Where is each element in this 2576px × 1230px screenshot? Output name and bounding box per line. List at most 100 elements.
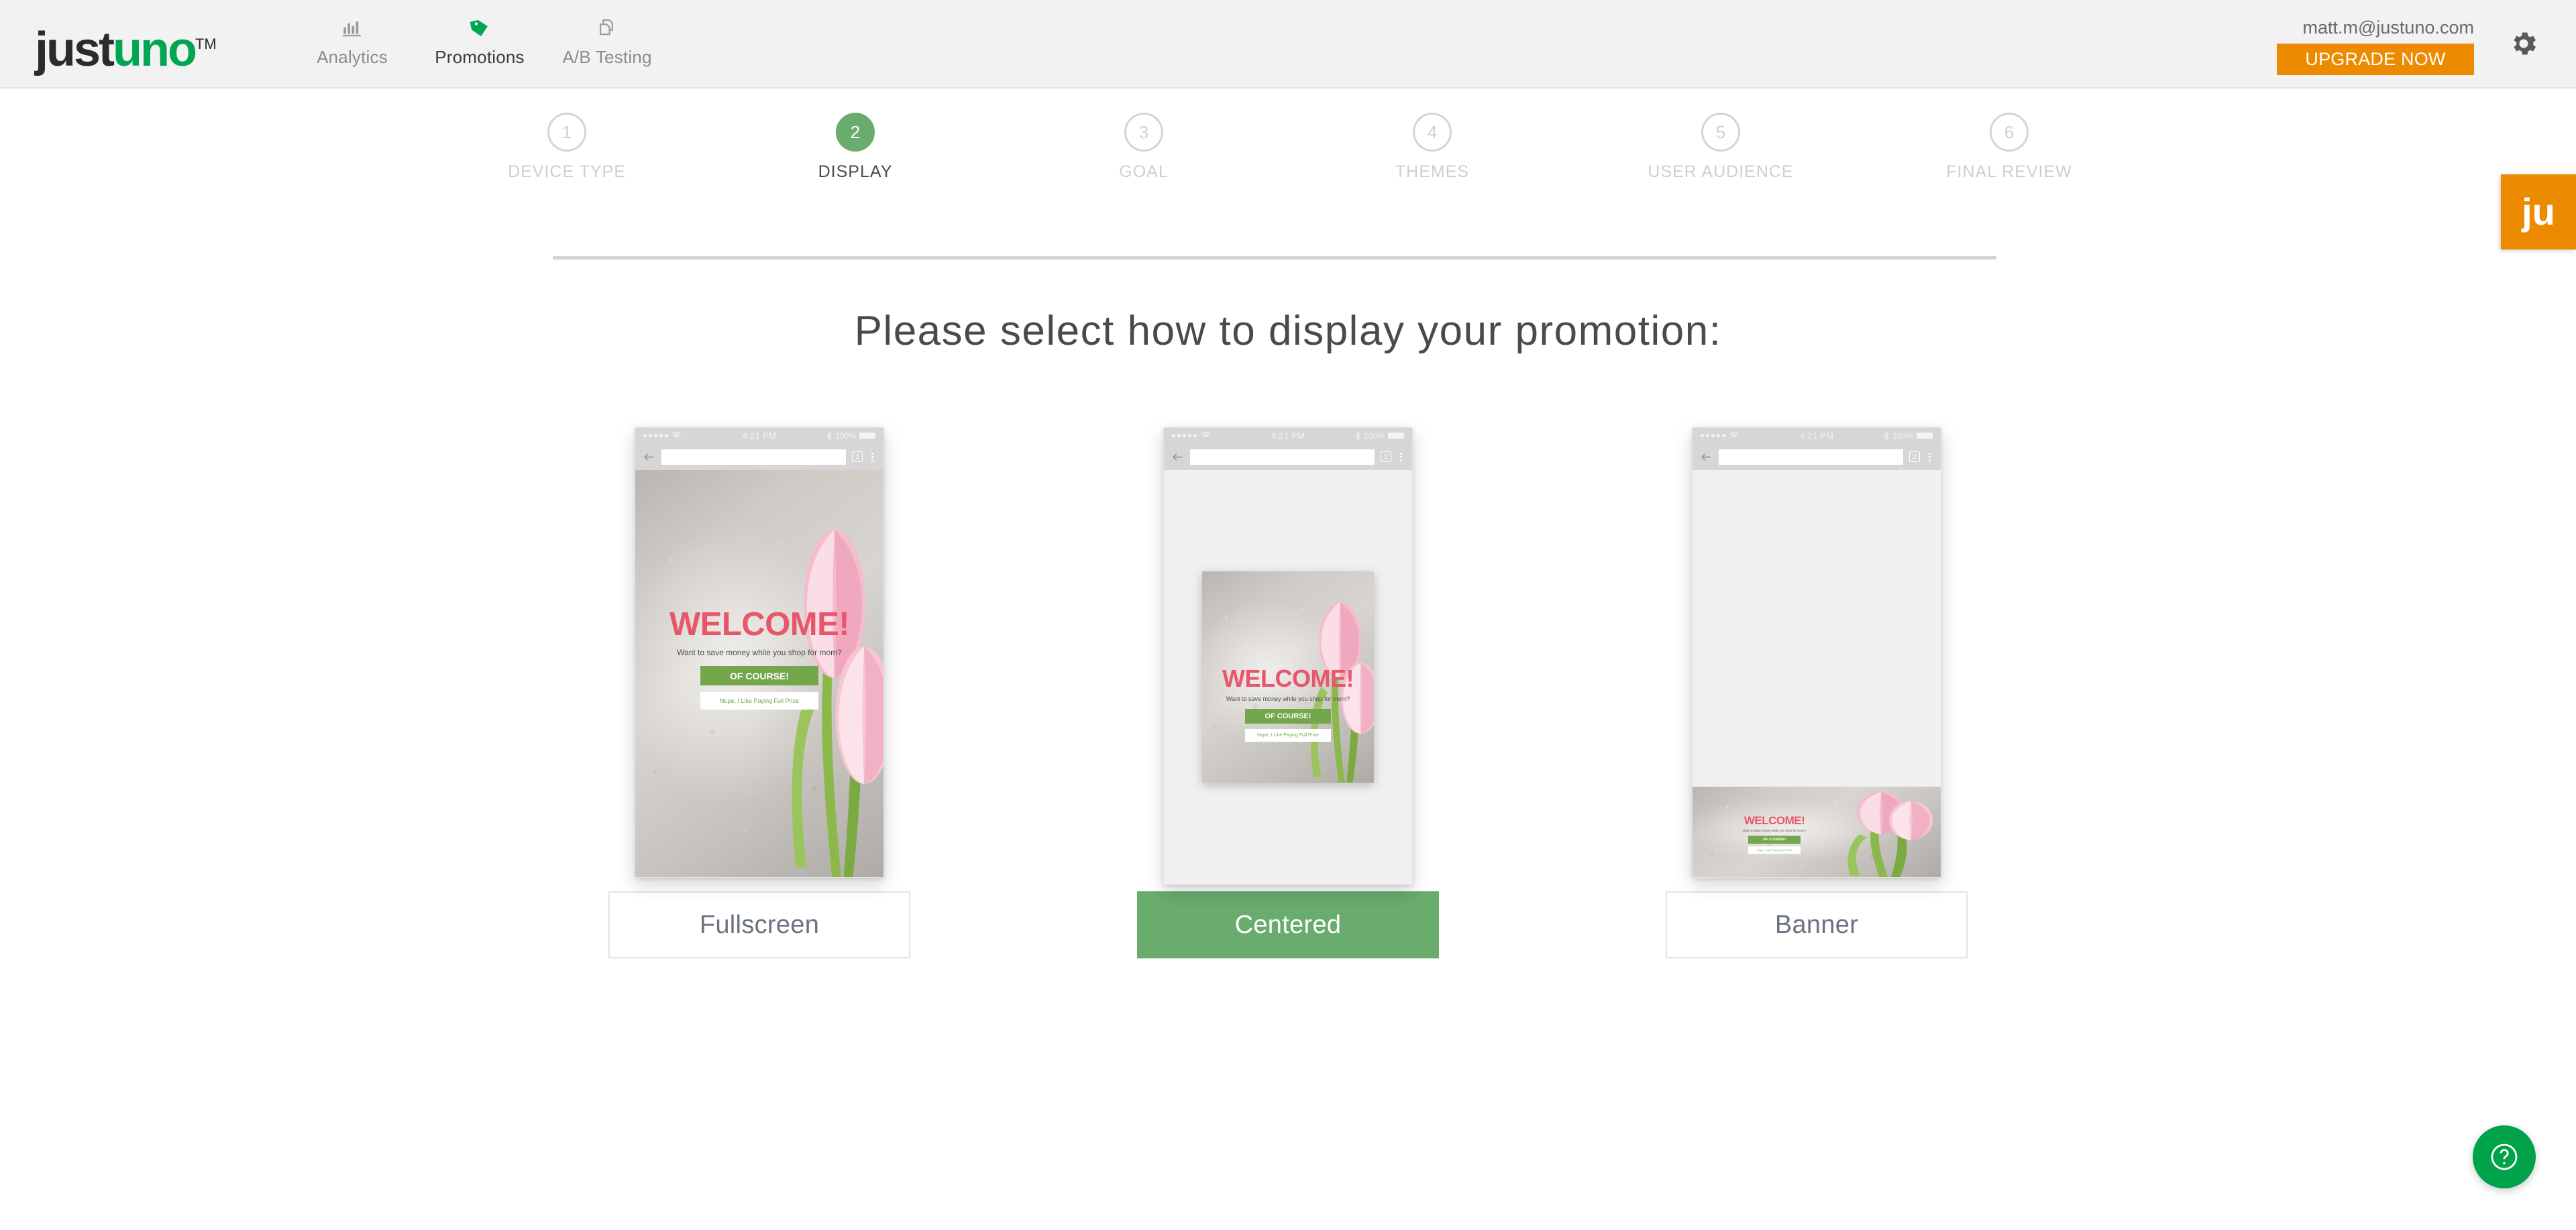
logo-text-uno: uno: [113, 23, 197, 76]
promo-content-fullscreen: WELCOME! Want to save money while you sh…: [635, 608, 883, 710]
phone-url-input[interactable]: [1190, 449, 1375, 465]
step-display[interactable]: 2 DISPLAY: [711, 113, 1000, 182]
banner-preview-stage: 4:21 PM 100% 2 WELCOME! Want to save mon…: [1666, 427, 1968, 883]
promo-cta-button[interactable]: OF COURSE!: [700, 666, 818, 685]
promo-cta-button[interactable]: OF COURSE!: [1748, 836, 1801, 844]
phone-url-input[interactable]: [661, 449, 846, 465]
step-final-review[interactable]: 6 FINAL REVIEW: [1865, 113, 2153, 182]
fullscreen-preview-stage: 4:21 PM 100% 2 WELCOME! Want to save mon…: [608, 427, 910, 883]
top-navigation-bar: justunoTM Analytics Promotions A/B Testi…: [0, 0, 2576, 89]
promo-decline-button[interactable]: Nope, I Like Paying Full Price: [1748, 846, 1801, 854]
nav-item-analytics[interactable]: Analytics: [288, 9, 416, 68]
phone-tab-count[interactable]: 2: [1381, 451, 1391, 462]
back-arrow-icon[interactable]: [1700, 451, 1713, 463]
step-device-type[interactable]: 1 DEVICE TYPE: [423, 113, 711, 182]
promo-decline-button[interactable]: Nope, I Like Paying Full Price: [1245, 729, 1331, 742]
centered-page-backdrop: WELCOME! Want to save money while you sh…: [1164, 470, 1412, 884]
promo-decline-button[interactable]: Nope, I Like Paying Full Price: [700, 692, 818, 710]
step-number: 3: [1124, 113, 1163, 152]
nav-label-ab-testing: A/B Testing: [562, 47, 652, 67]
step-number: 5: [1701, 113, 1740, 152]
select-centered-button[interactable]: Centered: [1137, 891, 1439, 958]
promo-subtitle: Want to save money while you shop for mo…: [1226, 695, 1350, 702]
step-themes[interactable]: 4 THEMES: [1288, 113, 1576, 182]
promo-cta-button[interactable]: OF COURSE!: [1245, 709, 1331, 724]
status-bar-right: 100%: [1884, 431, 1933, 441]
step-number: 4: [1413, 113, 1452, 152]
phone-browser-bar: 2: [1164, 443, 1412, 470]
back-arrow-icon[interactable]: [643, 451, 655, 463]
promo-content-centered: WELCOME! Want to save money while you sh…: [1202, 667, 1374, 742]
step-number: 2: [836, 113, 875, 152]
page-title: Please select how to display your promot…: [854, 308, 1722, 354]
step-label: FINAL REVIEW: [1946, 162, 2072, 181]
banner-promo-strip: WELCOME! Want to save money while you sh…: [1693, 787, 1941, 877]
promo-content-banner: WELCOME! Want to save money while you sh…: [1697, 815, 1851, 854]
phone-status-bar: 4:21 PM 100%: [1693, 428, 1941, 443]
phone-tab-count[interactable]: 2: [852, 451, 863, 462]
battery-icon: [1388, 433, 1404, 439]
question-mark-icon: [2491, 1143, 2518, 1170]
battery-percent: 100%: [1892, 431, 1913, 441]
select-fullscreen-button[interactable]: Fullscreen: [608, 891, 910, 958]
step-user-audience[interactable]: 5 USER AUDIENCE: [1576, 113, 1865, 182]
wizard-stepper: 1 DEVICE TYPE 2 DISPLAY 3 GOAL 4 THEMES …: [0, 113, 2576, 260]
back-arrow-icon[interactable]: [1171, 451, 1184, 463]
display-option-banner: 4:21 PM 100% 2 WELCOME! Want to save mon…: [1666, 427, 1968, 958]
display-option-fullscreen: 4:21 PM 100% 2 WELCOME! Want to save mon…: [608, 427, 910, 958]
upgrade-now-button[interactable]: UPGRADE NOW: [2277, 44, 2474, 75]
status-bar-right: 100%: [826, 431, 875, 441]
nav-label-promotions: Promotions: [435, 47, 525, 67]
promo-title: WELCOME!: [669, 606, 850, 642]
battery-icon: [859, 433, 875, 439]
promo-title: WELCOME!: [1743, 814, 1805, 827]
step-label: THEMES: [1395, 162, 1470, 181]
step-label: DEVICE TYPE: [508, 162, 626, 181]
phone-mockup-banner[interactable]: 4:21 PM 100% 2 WELCOME! Want to save mon…: [1692, 427, 1941, 878]
select-banner-button[interactable]: Banner: [1666, 891, 1968, 958]
nav-label-analytics: Analytics: [317, 47, 388, 67]
step-label: USER AUDIENCE: [1648, 162, 1794, 181]
bluetooth-icon: [1355, 431, 1361, 440]
phone-status-bar: 4:21 PM 100%: [635, 428, 883, 443]
phone-mockup-fullscreen[interactable]: 4:21 PM 100% 2 WELCOME! Want to save mon…: [635, 427, 884, 878]
step-label: DISPLAY: [818, 162, 893, 181]
display-option-list: 4:21 PM 100% 2 WELCOME! Want to save mon…: [0, 427, 2576, 958]
account-email: matt.m@justuno.com: [2302, 17, 2475, 38]
battery-percent: 100%: [1364, 431, 1385, 441]
bluetooth-icon: [1884, 431, 1890, 440]
centered-promo-modal: WELCOME! Want to save money while you sh…: [1202, 571, 1374, 783]
justuno-logo[interactable]: justunoTM: [35, 17, 217, 76]
tulip-artwork: [1847, 791, 1933, 877]
battery-icon: [1917, 433, 1933, 439]
phone-overflow-menu-icon[interactable]: [869, 452, 876, 461]
display-option-centered: 4:21 PM 100% 2 WELCOME! Want to save mon…: [1137, 427, 1439, 958]
phone-overflow-menu-icon[interactable]: [1397, 452, 1405, 461]
promo-subtitle: Want to save money while you shop for mo…: [677, 648, 842, 657]
step-goal[interactable]: 3 GOAL: [1000, 113, 1288, 182]
phone-status-bar: 4:21 PM 100%: [1164, 428, 1412, 443]
phone-overflow-menu-icon[interactable]: [1926, 452, 1933, 461]
phone-tab-count[interactable]: 2: [1909, 451, 1920, 462]
tag-icon: [416, 12, 543, 44]
status-bar-right: 100%: [1355, 431, 1404, 441]
fullscreen-promo-canvas: WELCOME! Want to save money while you sh…: [635, 470, 883, 877]
promo-title: WELCOME!: [1222, 665, 1354, 692]
phone-mockup-centered[interactable]: 4:21 PM 100% 2 WELCOME! Want to save mon…: [1163, 427, 1413, 885]
phone-url-input[interactable]: [1719, 449, 1903, 465]
nav-item-ab-testing[interactable]: A/B Testing: [543, 9, 671, 68]
stepper-steps: 1 DEVICE TYPE 2 DISPLAY 3 GOAL 4 THEMES …: [0, 113, 2576, 182]
account-area: matt.m@justuno.com UPGRADE NOW: [2206, 16, 2474, 75]
help-button[interactable]: [2473, 1125, 2536, 1188]
nav-item-promotions[interactable]: Promotions: [416, 9, 543, 68]
bar-chart-icon: [288, 12, 416, 44]
bluetooth-icon: [826, 431, 833, 440]
step-number: 6: [1990, 113, 2029, 152]
copy-pages-icon: [543, 12, 671, 44]
logo-trademark: TM: [195, 36, 217, 52]
gear-icon[interactable]: [2508, 28, 2539, 62]
logo-text-just: just: [35, 23, 115, 76]
main-nav: Analytics Promotions A/B Testing: [288, 9, 671, 68]
centered-preview-stage: 4:21 PM 100% 2 WELCOME! Want to save mon…: [1137, 427, 1439, 885]
stepper-connector-line: [553, 256, 1996, 260]
